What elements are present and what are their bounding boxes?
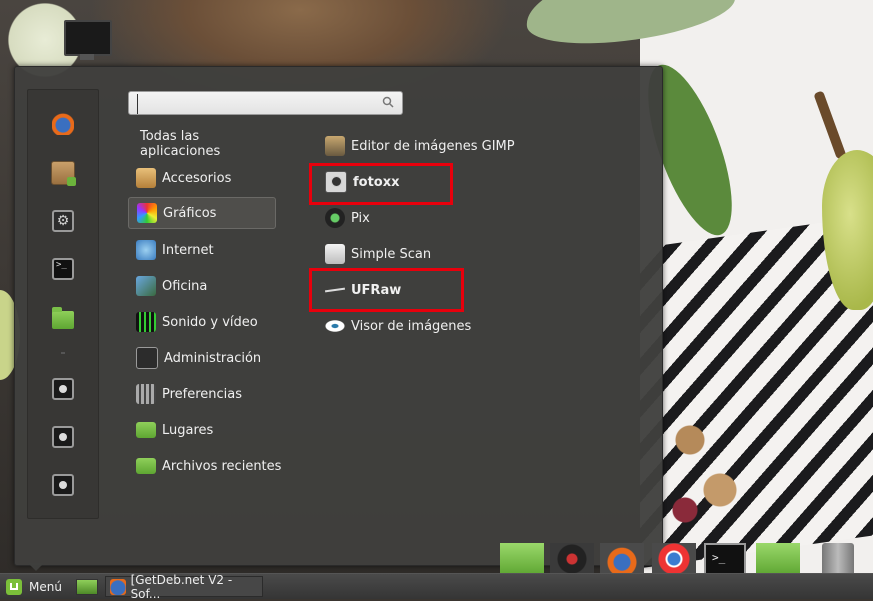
category-label: Sonido y vídeo xyxy=(162,314,258,330)
terminal-prompt: >_ xyxy=(712,551,726,564)
system-settings-icon xyxy=(52,210,74,232)
computer-desktop-icon[interactable] xyxy=(62,18,112,64)
category-label: Preferencias xyxy=(162,386,243,402)
calculator-icon xyxy=(136,168,156,188)
power-icon xyxy=(52,474,74,496)
category-oficina[interactable]: Oficina xyxy=(128,270,276,302)
color-palette-icon xyxy=(137,203,157,223)
favorite-terminal-button[interactable] xyxy=(49,255,77,283)
show-desktop-button[interactable] xyxy=(76,579,98,595)
dock-chrome-icon[interactable] xyxy=(652,543,696,575)
favorite-files-button[interactable] xyxy=(49,304,77,332)
film-icon xyxy=(136,312,156,332)
gimp-icon xyxy=(325,136,345,156)
firefox-icon xyxy=(110,578,126,595)
taskbar: Menú [GetDeb.net V2 - Sof... xyxy=(0,573,873,601)
category-preferencias[interactable]: Preferencias xyxy=(128,378,276,410)
category-administracion[interactable]: Administración xyxy=(128,342,276,374)
category-all-applications[interactable]: Todas las aplicaciones xyxy=(128,128,276,160)
scanner-icon xyxy=(325,244,345,264)
app-pix[interactable]: Pix xyxy=(317,202,617,234)
lock-screen-icon xyxy=(52,378,74,400)
app-label: Visor de imágenes xyxy=(351,318,472,334)
recent-folder-icon xyxy=(136,458,156,474)
firefox-icon xyxy=(52,113,74,135)
search-icon xyxy=(382,96,394,108)
category-internet[interactable]: Internet xyxy=(128,234,276,266)
category-label: Todas las aplicaciones xyxy=(140,129,221,159)
linux-mint-icon xyxy=(6,579,22,595)
category-accesorios[interactable]: Accesorios xyxy=(128,162,276,194)
admin-icon xyxy=(136,347,158,369)
folder-icon xyxy=(136,422,156,438)
terminal-icon xyxy=(52,258,74,280)
search-field[interactable] xyxy=(128,91,403,115)
category-label: Accesorios xyxy=(162,170,232,186)
wallpaper-nuts xyxy=(660,400,760,540)
highlight-ufraw xyxy=(309,268,464,312)
app-gimp[interactable]: Editor de imágenes GIMP xyxy=(317,130,617,162)
files-icon xyxy=(52,307,74,329)
highlight-fotoxx xyxy=(309,163,453,205)
taskbar-window-button[interactable]: [GetDeb.net V2 - Sof... xyxy=(105,573,263,601)
eye-icon xyxy=(325,316,345,336)
sliders-icon xyxy=(136,384,156,404)
category-label: Internet xyxy=(162,242,214,258)
menu-label: Menú xyxy=(29,580,62,594)
application-menu: Todas las aplicaciones Accesorios Gráfic… xyxy=(14,66,663,566)
favorites-separator xyxy=(61,352,65,354)
category-sonido-y-video[interactable]: Sonido y vídeo xyxy=(128,306,276,338)
power-button[interactable] xyxy=(49,471,77,499)
dock-trash-icon[interactable] xyxy=(822,543,854,575)
category-label: Archivos recientes xyxy=(162,458,282,474)
pix-icon xyxy=(325,208,345,228)
lock-screen-button[interactable] xyxy=(49,375,77,403)
taskbar-menu-button[interactable]: Menú xyxy=(6,577,62,597)
logout-icon xyxy=(52,426,74,448)
category-label: Gráficos xyxy=(163,205,217,221)
category-label: Administración xyxy=(164,350,262,366)
package-manager-icon xyxy=(51,161,76,186)
category-archivos-recientes[interactable]: Archivos recientes xyxy=(128,450,298,482)
category-graficos[interactable]: Gráficos xyxy=(128,197,276,229)
dock-app-icon[interactable] xyxy=(500,543,544,575)
window-title: [GetDeb.net V2 - Sof... xyxy=(130,572,233,601)
app-simple-scan[interactable]: Simple Scan xyxy=(317,238,617,270)
favorites-bar xyxy=(27,89,99,519)
app-visor-de-imagenes[interactable]: Visor de imágenes xyxy=(317,310,617,342)
category-lugares[interactable]: Lugares xyxy=(128,414,276,446)
dock-terminal-icon[interactable]: >_ xyxy=(704,543,746,575)
office-icon xyxy=(136,276,156,296)
app-label: Simple Scan xyxy=(351,246,432,262)
menu-pointer xyxy=(28,563,44,571)
app-label: Pix xyxy=(351,210,370,226)
app-label: Editor de imágenes GIMP xyxy=(351,138,515,154)
favorite-firefox-button[interactable] xyxy=(49,110,77,138)
logout-button[interactable] xyxy=(49,423,77,451)
dock-folder-icon[interactable] xyxy=(756,543,800,575)
category-label: Oficina xyxy=(162,278,208,294)
dock-media-icon[interactable] xyxy=(550,543,594,575)
globe-icon xyxy=(136,240,156,260)
category-label: Lugares xyxy=(162,422,214,438)
favorite-package-manager-button[interactable] xyxy=(49,159,77,187)
dock-firefox-icon[interactable] xyxy=(600,543,644,575)
search-input[interactable] xyxy=(137,94,372,114)
favorite-settings-button[interactable] xyxy=(49,207,77,235)
